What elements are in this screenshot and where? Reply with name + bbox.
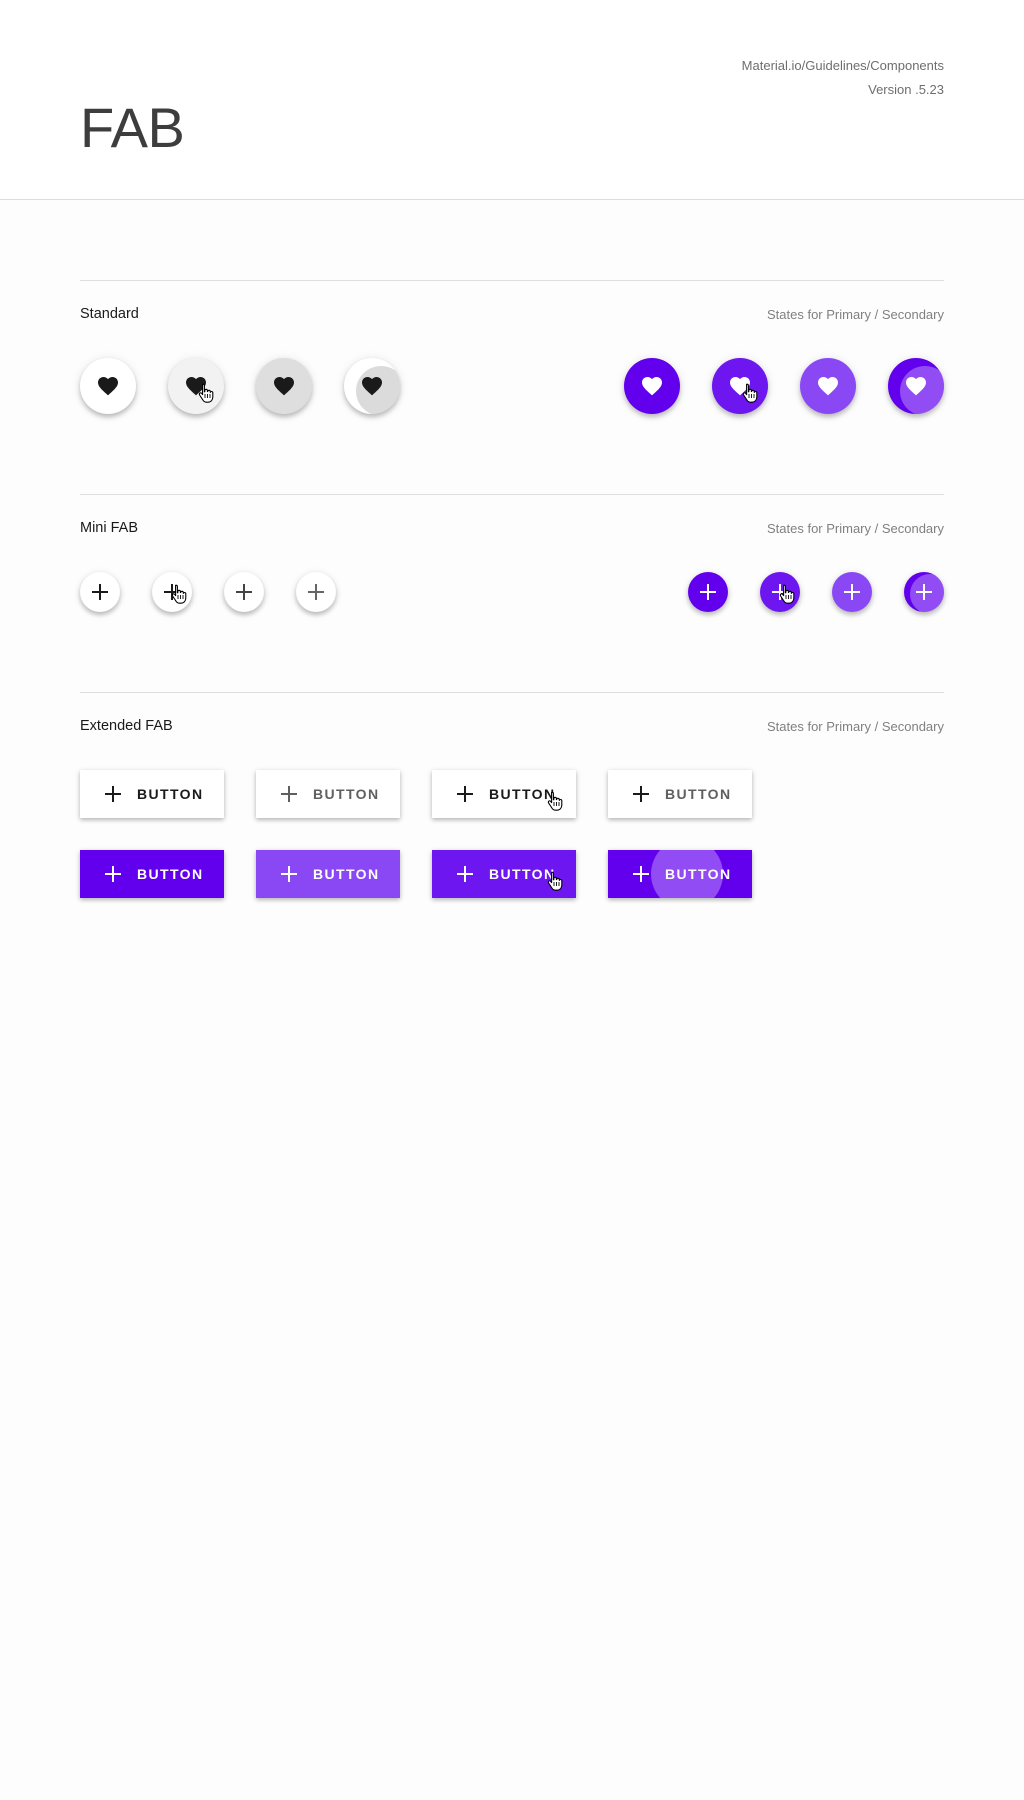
mini-fab-secondary-focused[interactable] xyxy=(224,572,264,612)
extended-fab-primary-hover[interactable]: BUTTON xyxy=(432,850,576,898)
extended-fab-secondary-hover[interactable]: BUTTON xyxy=(432,770,576,818)
fab-secondary-pressed[interactable] xyxy=(344,358,400,414)
plus-icon xyxy=(840,580,864,604)
hand-pointer-icon xyxy=(742,383,758,403)
fab-secondary-enabled[interactable] xyxy=(80,358,136,414)
mini-fab-secondary-enabled[interactable] xyxy=(80,572,120,612)
heart-icon xyxy=(96,374,120,398)
extended-fab-label: BUTTON xyxy=(665,866,732,882)
plus-icon xyxy=(232,580,256,604)
mini-fab-secondary-pressed[interactable] xyxy=(296,572,336,612)
extended-fab-primary-pressed[interactable]: BUTTON xyxy=(608,850,752,898)
page-header: FAB Material.io/Guidelines/Components Ve… xyxy=(0,0,1024,200)
fab-secondary-focused[interactable] xyxy=(256,358,312,414)
hand-pointer-icon xyxy=(547,791,563,811)
heart-icon xyxy=(272,374,296,398)
extended-fab-secondary-disabled[interactable]: BUTTON xyxy=(256,770,400,818)
plus-icon xyxy=(912,580,936,604)
extended-fab-secondary-pressed[interactable]: BUTTON xyxy=(608,770,752,818)
plus-icon xyxy=(696,580,720,604)
hand-pointer-icon xyxy=(198,383,214,403)
mini-fab-primary-focused[interactable] xyxy=(832,572,872,612)
version-label: Version .5.23 xyxy=(868,82,944,97)
extended-fab-primary-focused[interactable]: BUTTON xyxy=(256,850,400,898)
heart-icon xyxy=(904,374,928,398)
plus-icon xyxy=(304,580,328,604)
plus-icon xyxy=(101,862,125,886)
heart-icon xyxy=(816,374,840,398)
extended-fab-label: BUTTON xyxy=(137,786,204,802)
heart-icon xyxy=(360,374,384,398)
standard-divider xyxy=(80,280,944,281)
plus-icon xyxy=(453,782,477,806)
mini-fab-primary-hover[interactable] xyxy=(760,572,800,612)
plus-icon xyxy=(277,862,301,886)
fab-primary-hover[interactable] xyxy=(712,358,768,414)
hand-pointer-icon xyxy=(171,584,187,604)
extended-fab-label: BUTTON xyxy=(489,786,556,802)
extended-section-subtitle: States for Primary / Secondary xyxy=(766,719,944,734)
mini-section-title: Mini FAB xyxy=(80,520,139,536)
plus-icon xyxy=(101,782,125,806)
extended-fab-secondary-enabled[interactable]: BUTTON xyxy=(80,770,224,818)
plus-icon xyxy=(629,782,653,806)
extended-divider xyxy=(80,692,944,693)
heart-icon xyxy=(640,374,664,398)
page-meta: Material.io/Guidelines/Components Versio… xyxy=(742,54,944,102)
mini-fab-primary-pressed[interactable] xyxy=(904,572,944,612)
fab-primary-pressed[interactable] xyxy=(888,358,944,414)
fab-primary-focused[interactable] xyxy=(800,358,856,414)
guidelines-source: Material.io/Guidelines/Components xyxy=(741,58,944,73)
standard-section-subtitle: States for Primary / Secondary xyxy=(766,307,944,322)
extended-fab-label: BUTTON xyxy=(489,866,556,882)
plus-icon xyxy=(277,782,301,806)
page-title: FAB xyxy=(80,96,185,159)
fab-primary-enabled[interactable] xyxy=(624,358,680,414)
mini-fab-secondary-hover[interactable] xyxy=(152,572,192,612)
hand-pointer-icon xyxy=(547,871,563,891)
mini-divider xyxy=(80,494,944,495)
extended-fab-label: BUTTON xyxy=(313,786,380,802)
standard-section-title: Standard xyxy=(80,306,139,322)
hand-pointer-icon xyxy=(779,584,795,604)
plus-icon xyxy=(629,862,653,886)
extended-section-title: Extended FAB xyxy=(80,718,173,734)
plus-icon xyxy=(88,580,112,604)
mini-section-subtitle: States for Primary / Secondary xyxy=(766,521,944,536)
extended-fab-primary-enabled[interactable]: BUTTON xyxy=(80,850,224,898)
extended-fab-label: BUTTON xyxy=(313,866,380,882)
extended-fab-label: BUTTON xyxy=(137,866,204,882)
mini-fab-primary-enabled[interactable] xyxy=(688,572,728,612)
plus-icon xyxy=(453,862,477,886)
fab-secondary-hover[interactable] xyxy=(168,358,224,414)
extended-fab-label: BUTTON xyxy=(665,786,732,802)
